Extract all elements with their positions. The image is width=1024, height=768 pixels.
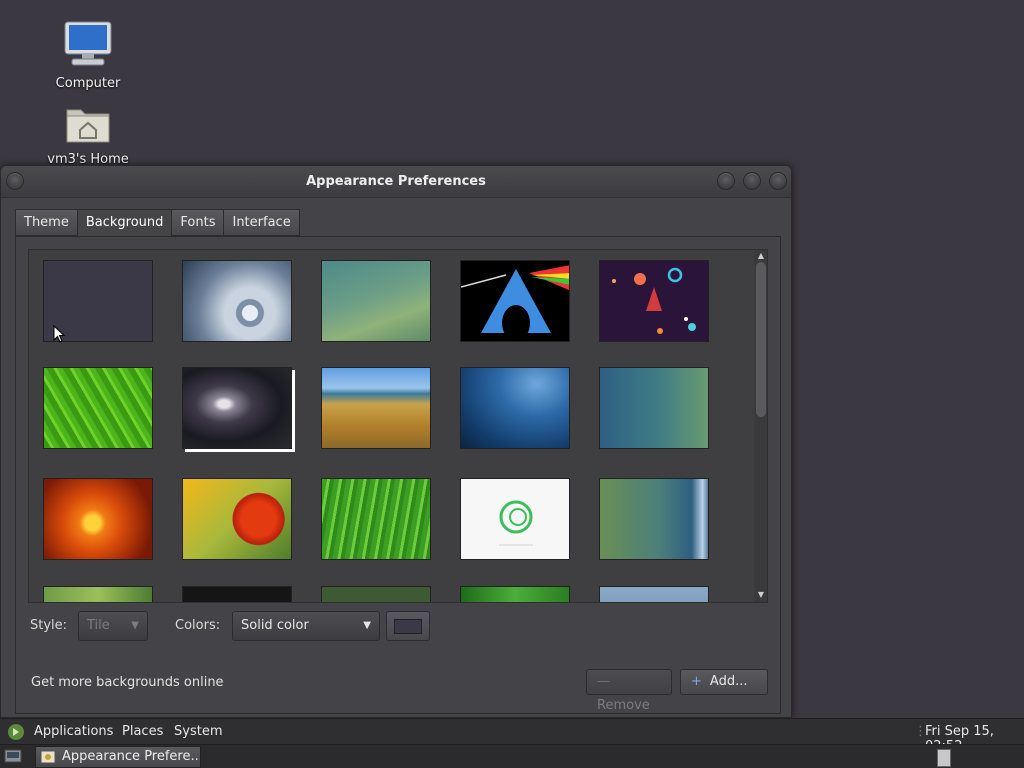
dropdown-arrow-icon: ▼ [363, 620, 371, 631]
tab-fonts[interactable]: Fonts [171, 209, 224, 236]
main-menu-icon[interactable] [7, 723, 25, 741]
wallpaper-thumbnail[interactable] [599, 586, 709, 602]
wallpaper-thumbnail[interactable] [460, 478, 570, 560]
applications-menu[interactable]: Applications [34, 724, 113, 739]
tab-background[interactable]: Background [76, 209, 172, 238]
remove-button[interactable]: — Remove [586, 669, 672, 713]
desktop-icon-label: Computer [55, 76, 121, 91]
desktop-icon-home[interactable]: vm3's Home [38, 102, 138, 167]
scroll-down-icon[interactable]: ▼ [756, 590, 766, 600]
wallpaper-thumbnail[interactable] [182, 367, 292, 449]
gallery-actions-row: Get more backgrounds online — Remove + Add… [16, 669, 782, 713]
wallpaper-thumbnail[interactable] [599, 367, 709, 449]
style-colors-row: Style: Tile ▼ Colors: Solid color ▼ [16, 611, 782, 641]
places-menu[interactable]: Places [122, 724, 163, 739]
wallpaper-thumbnail[interactable] [321, 367, 431, 449]
plus-icon: + [691, 674, 702, 689]
close-button[interactable] [769, 172, 787, 190]
computer-icon [64, 21, 112, 66]
remove-label: Remove [597, 698, 650, 713]
taskbar-item-label: Appearance Prefere... [62, 749, 201, 764]
wallpaper-thumbnail[interactable] [460, 586, 570, 602]
wallpaper-thumbnail[interactable] [599, 478, 709, 560]
scroll-up-icon[interactable]: ▲ [756, 251, 766, 261]
wallpaper-gallery[interactable]: ▲ ▼ [28, 249, 768, 603]
show-desktop-icon[interactable] [4, 748, 22, 764]
wallpaper-thumbnail[interactable] [43, 478, 153, 560]
color-swatch [394, 619, 422, 634]
tab-bar: Theme Background Fonts Interface [15, 209, 300, 238]
wallpaper-thumbnail[interactable] [182, 478, 292, 560]
appearance-preferences-window: Appearance Preferences Theme Background … [0, 165, 792, 718]
gallery-scrollbar[interactable]: ▲ ▼ [754, 250, 767, 602]
mouse-cursor-icon [53, 325, 65, 343]
wallpaper-thumbnail[interactable] [460, 367, 570, 449]
maximize-button[interactable] [743, 172, 761, 190]
color-picker-button[interactable] [386, 611, 430, 641]
gnome-panel: Applications Places System ⋮ Fri Sep 15,… [0, 718, 1024, 754]
taskbar: Appearance Prefere... [0, 744, 1024, 768]
wallpaper-thumbnail[interactable] [182, 586, 292, 602]
wallpaper-thumbnail[interactable] [321, 478, 431, 560]
window-titlebar[interactable]: Appearance Preferences [1, 166, 791, 198]
style-combobox[interactable]: Tile ▼ [78, 611, 148, 641]
background-panel: ▲ ▼ Style: Tile ▼ Colors: Solid color ▼ … [15, 236, 781, 714]
window-title: Appearance Preferences [306, 174, 486, 189]
wallpaper-thumbnail[interactable] [321, 586, 431, 602]
taskbar-item-appearance[interactable]: Appearance Prefere... [35, 746, 201, 768]
appearance-app-icon [40, 750, 56, 764]
home-folder-icon [66, 109, 110, 143]
colors-combobox[interactable]: Solid color ▼ [232, 611, 380, 641]
thumbnail-art [461, 265, 569, 341]
style-label: Style: [30, 618, 68, 633]
minimize-button[interactable] [717, 172, 735, 190]
system-menu[interactable]: System [174, 724, 222, 739]
wallpaper-thumbnail[interactable] [182, 260, 292, 342]
tab-theme[interactable]: Theme [15, 209, 77, 236]
scrollbar-thumb[interactable] [756, 262, 766, 417]
style-value: Tile [87, 618, 110, 633]
wallpaper-thumbnail[interactable] [43, 367, 153, 449]
thumbnail-art [499, 500, 533, 546]
wallpaper-thumbnail[interactable] [43, 586, 153, 602]
dropdown-arrow-icon: ▼ [131, 620, 139, 631]
wallpaper-thumbnail[interactable] [321, 260, 431, 342]
minus-icon: — [597, 674, 610, 689]
add-button[interactable]: + Add... [680, 669, 768, 695]
wallpaper-thumbnail[interactable] [599, 260, 709, 342]
colors-value: Solid color [241, 618, 309, 633]
workspace-switcher[interactable] [937, 749, 951, 767]
add-label: Add... [709, 674, 748, 689]
wallpaper-thumbnail[interactable] [460, 260, 570, 342]
tab-interface[interactable]: Interface [223, 209, 300, 236]
get-more-backgrounds-link[interactable]: Get more backgrounds online [31, 675, 224, 690]
desktop-icon-computer[interactable]: Computer [38, 20, 138, 91]
colors-label: Colors: [175, 618, 221, 633]
thumbnail-art [612, 267, 696, 334]
